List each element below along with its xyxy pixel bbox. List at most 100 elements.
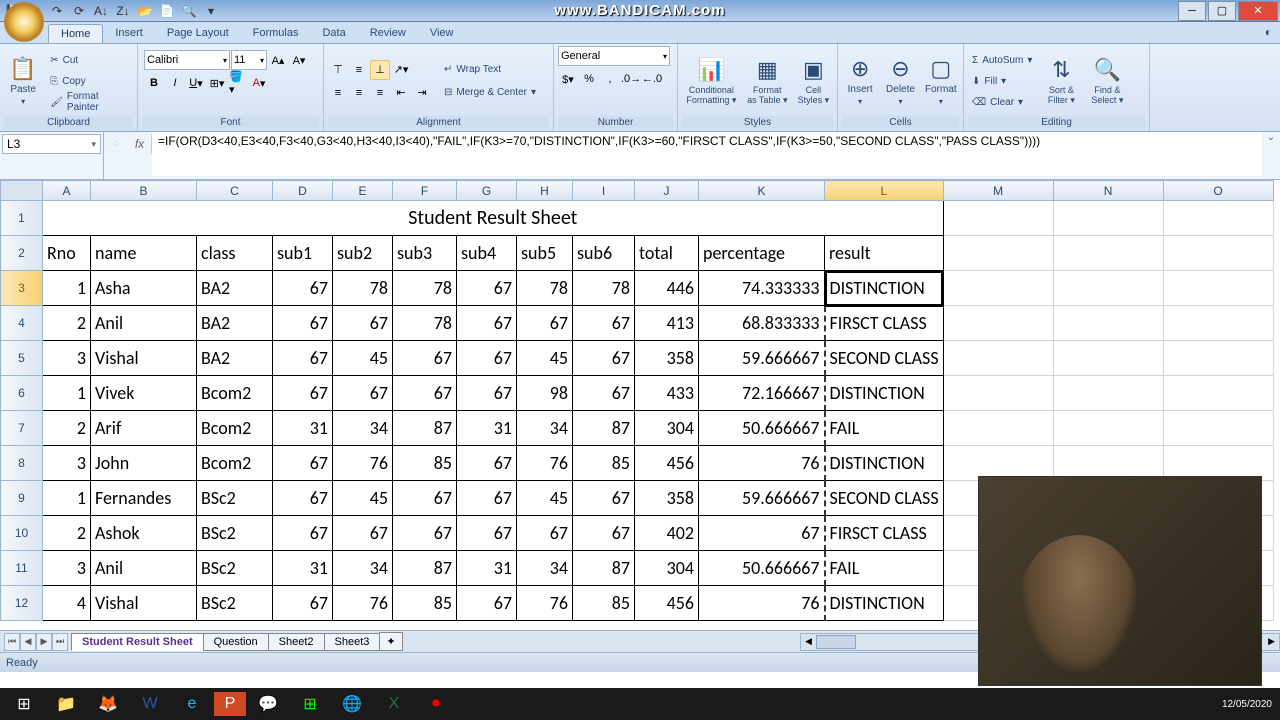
cell[interactable]: 59.666667 — [699, 481, 825, 516]
cell[interactable]: 67 — [393, 516, 457, 551]
cell[interactable]: DISTINCTION — [825, 446, 944, 481]
ie-icon[interactable]: e — [172, 690, 212, 718]
cell[interactable]: 4 — [43, 586, 91, 621]
italic-button[interactable]: I — [165, 73, 185, 93]
cell[interactable]: 31 — [273, 411, 333, 446]
percent-icon[interactable]: % — [579, 69, 599, 89]
wrap-text-button[interactable]: ↵ Wrap Text — [440, 60, 540, 80]
cell[interactable]: 67 — [393, 341, 457, 376]
cell[interactable]: 67 — [457, 341, 517, 376]
cell[interactable]: 67 — [273, 376, 333, 411]
cell[interactable]: 34 — [333, 411, 393, 446]
cell[interactable]: 67 — [699, 516, 825, 551]
row-header[interactable]: 10 — [1, 516, 43, 551]
cell[interactable] — [943, 411, 1053, 446]
cell[interactable]: 85 — [573, 446, 635, 481]
font-name-dropdown[interactable]: Calibri▾ — [144, 50, 230, 70]
currency-icon[interactable]: $▾ — [558, 69, 578, 89]
row-header[interactable]: 11 — [1, 551, 43, 586]
cell[interactable]: BA2 — [197, 306, 273, 341]
row-header[interactable]: 3 — [1, 271, 43, 306]
cell[interactable]: 45 — [517, 481, 573, 516]
autosum-button[interactable]: Σ AutoSum ▾ — [968, 50, 1036, 70]
redo-icon[interactable]: ↷ — [48, 2, 66, 20]
cell[interactable]: class — [197, 236, 273, 271]
cell[interactable]: sub3 — [393, 236, 457, 271]
cell[interactable] — [1163, 411, 1273, 446]
number-format-dropdown[interactable]: General▾ — [558, 46, 670, 66]
cell[interactable]: 76 — [517, 586, 573, 621]
qat-more-icon[interactable]: ▾ — [202, 2, 220, 20]
cell[interactable]: 59.666667 — [699, 341, 825, 376]
sort-asc-icon[interactable]: A↓ — [92, 2, 110, 20]
cell[interactable]: John — [91, 446, 197, 481]
cell[interactable]: 67 — [273, 306, 333, 341]
cell[interactable]: BSc2 — [197, 551, 273, 586]
cell[interactable]: FIRSCT CLASS — [825, 516, 944, 551]
align-right-icon[interactable]: ≡ — [370, 83, 390, 103]
bold-button[interactable]: B — [144, 73, 164, 93]
delete-cells-button[interactable]: ⊖Delete▾ — [882, 50, 918, 112]
cell[interactable]: 67 — [573, 516, 635, 551]
column-header[interactable]: K — [699, 181, 825, 201]
cell[interactable] — [1053, 341, 1163, 376]
cell[interactable]: 76 — [517, 446, 573, 481]
cell[interactable]: 456 — [635, 586, 699, 621]
cell[interactable]: SECOND CLASS — [825, 481, 944, 516]
file-explorer-icon[interactable]: 📁 — [46, 690, 86, 718]
column-header[interactable]: B — [91, 181, 197, 201]
decrease-indent-icon[interactable]: ⇤ — [391, 83, 411, 103]
format-cells-button[interactable]: ▢Format▾ — [923, 50, 959, 112]
cell[interactable]: 67 — [273, 481, 333, 516]
formula-input[interactable]: =IF(OR(D3<40,E3<40,F3<40,G3<40,H3<40,I3<… — [152, 132, 1262, 176]
cell[interactable]: 76 — [699, 446, 825, 481]
underline-button[interactable]: U▾ — [186, 73, 206, 93]
cell[interactable]: FIRSCT CLASS — [825, 306, 944, 341]
cell[interactable]: 67 — [573, 306, 635, 341]
cell[interactable]: Anil — [91, 551, 197, 586]
column-header[interactable]: I — [573, 181, 635, 201]
cell-styles-button[interactable]: ▣CellStyles ▾ — [794, 50, 833, 112]
cell[interactable]: 456 — [635, 446, 699, 481]
column-header[interactable]: J — [635, 181, 699, 201]
taskbar-clock[interactable]: 12/05/2020 — [1222, 699, 1276, 710]
cell[interactable]: Anil — [91, 306, 197, 341]
word-icon[interactable]: W — [130, 690, 170, 718]
tab-insert[interactable]: Insert — [103, 24, 155, 43]
row-header[interactable]: 2 — [1, 236, 43, 271]
cell[interactable]: 87 — [573, 551, 635, 586]
cell[interactable] — [1163, 341, 1273, 376]
close-button[interactable]: ✕ — [1238, 1, 1278, 21]
cell[interactable]: 67 — [573, 481, 635, 516]
cell[interactable]: 67 — [457, 271, 517, 306]
cell[interactable]: Student Result Sheet — [43, 201, 944, 236]
comma-icon[interactable]: , — [600, 69, 620, 89]
cell[interactable]: 67 — [273, 446, 333, 481]
cell[interactable]: 67 — [333, 376, 393, 411]
start-button[interactable]: ⊞ — [4, 690, 44, 718]
sheet-tab[interactable]: Sheet2 — [268, 633, 325, 651]
tab-data[interactable]: Data — [310, 24, 357, 43]
cell[interactable]: 413 — [635, 306, 699, 341]
cell[interactable]: 78 — [573, 271, 635, 306]
cell[interactable]: BA2 — [197, 271, 273, 306]
cell[interactable] — [943, 201, 1053, 236]
row-header[interactable]: 1 — [1, 201, 43, 236]
sheet-tab[interactable]: Student Result Sheet — [71, 633, 204, 651]
cell[interactable]: sub1 — [273, 236, 333, 271]
column-header[interactable]: H — [517, 181, 573, 201]
powerpoint-icon[interactable]: P — [214, 692, 246, 716]
align-center-icon[interactable]: ≡ — [349, 83, 369, 103]
cell[interactable]: 45 — [333, 481, 393, 516]
fill-button[interactable]: ⬇ Fill ▾ — [968, 71, 1036, 91]
excel-icon[interactable]: X — [374, 690, 414, 718]
minimize-button[interactable]: ─ — [1178, 1, 1206, 21]
cell[interactable]: 45 — [333, 341, 393, 376]
tab-view[interactable]: View — [418, 24, 466, 43]
cell[interactable]: 67 — [333, 516, 393, 551]
cell[interactable]: Vishal — [91, 586, 197, 621]
cell[interactable]: 67 — [573, 341, 635, 376]
cell[interactable]: 67 — [333, 306, 393, 341]
cell[interactable] — [1163, 271, 1273, 306]
cell[interactable]: 446 — [635, 271, 699, 306]
